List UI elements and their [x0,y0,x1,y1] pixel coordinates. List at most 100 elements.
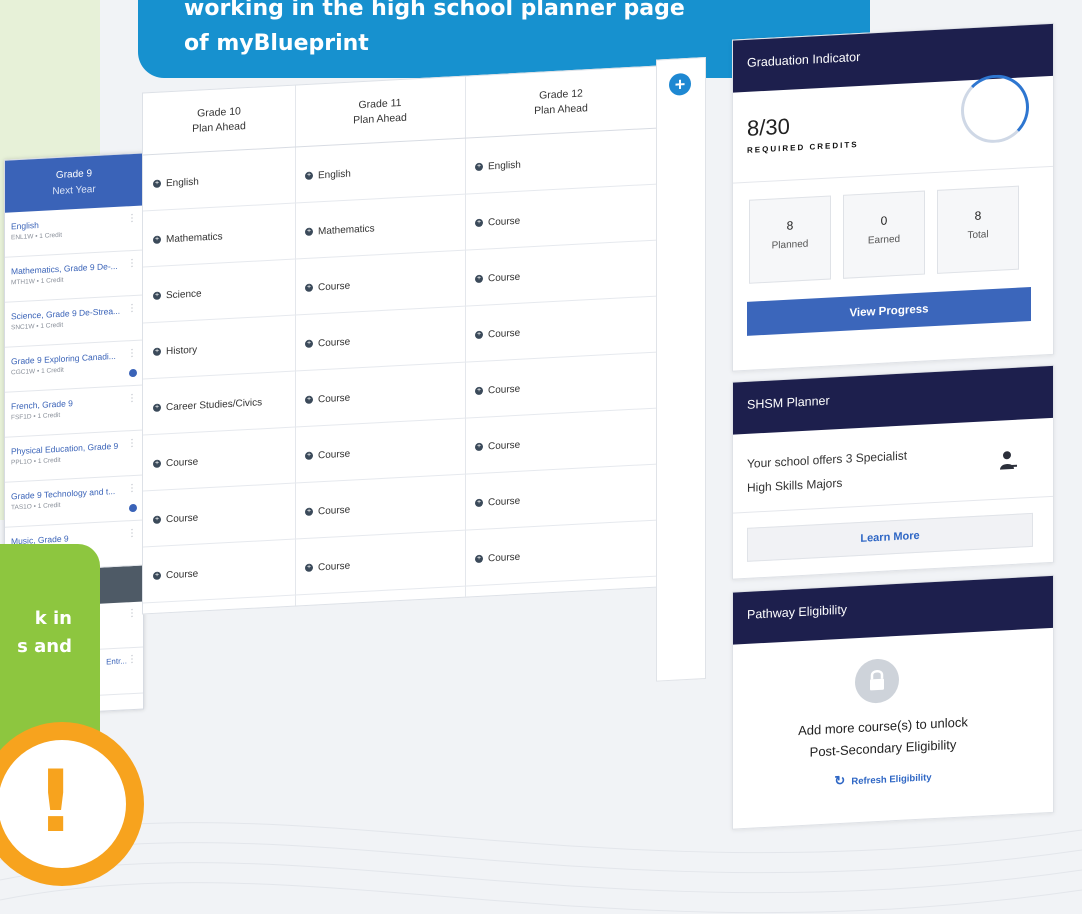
add-circle-icon: + [305,227,313,237]
callout-line-1: k in [34,608,72,629]
grade9-course[interactable]: Physical Education, Grade 9 PPL1O • 1 Cre… [5,430,143,483]
stat-total: 8 Total [937,185,1019,274]
kebab-menu-icon[interactable]: ⋮ [127,393,137,405]
add-circle-icon: + [475,443,483,452]
stat-planned: 8 Planned [749,195,831,284]
add-circle-icon: + [475,219,483,228]
add-course-slot[interactable]: + Course [295,530,465,596]
stat-value: 0 [880,213,888,228]
slot-label: Course [318,504,351,518]
add-circle-icon: + [305,339,313,349]
credits-count: 8/30 [747,113,790,141]
add-circle-icon: + [153,347,161,357]
add-course-slot[interactable]: + Course [465,352,657,419]
slot-label: Career Studies/Civics [166,397,263,414]
grade9-course[interactable]: English ENL1W • 1 Credit ⋮ [5,205,143,258]
add-course-slot[interactable]: + English [465,128,657,195]
add-circle-icon: + [153,571,161,581]
banner-line-1: working in the high school planner page [184,0,685,21]
divider [733,495,1053,514]
add-course-slot[interactable]: + Course [465,240,657,307]
add-circle-icon: + [153,403,161,413]
slot-label: Course [166,568,199,582]
slot-label: Course [318,280,351,294]
grade9-course[interactable]: Grade 9 Technology and t... TAS1O • 1 Cre… [5,475,143,528]
add-course-slot[interactable]: + Course [465,184,657,251]
slot-label: Course [318,392,351,406]
warning-symbol: ! [36,752,76,852]
add-course-slot[interactable]: + English [143,147,295,212]
graduation-indicator-card: Graduation Indicator 8/30 REQUIRED CREDI… [732,22,1054,372]
stat-label: Total [967,229,989,242]
grade9-course[interactable]: Science, Grade 9 De-Strea... SNC1W • 1 Cr… [5,295,143,348]
person-icon [1000,451,1017,470]
slot-label: Course [488,383,521,397]
slot-label: Science [166,288,202,302]
refresh-eligibility-link[interactable]: ↻ Refresh Eligibility [733,763,1033,795]
slot-label: Course [488,495,521,509]
slot-label: Course [318,560,351,574]
add-course-slot[interactable]: + Course [295,418,465,484]
kebab-menu-icon[interactable]: ⋮ [127,438,137,450]
grade-column-header: Grade 11 Plan Ahead [295,76,465,148]
add-course-slot[interactable]: + Course [465,296,657,363]
add-course-slot[interactable]: + Course [143,483,295,548]
add-course-slot[interactable]: + Course [143,539,295,604]
kebab-menu-icon[interactable]: ⋮ [127,348,137,360]
grade-column-header: Grade 12 Plan Ahead [465,66,657,139]
add-course-slot[interactable]: + Science [143,259,295,324]
kebab-menu-icon[interactable]: ⋮ [127,654,137,666]
kebab-menu-icon[interactable]: ⋮ [127,608,137,620]
add-course-slot[interactable]: + History [143,315,295,380]
add-circle-icon: + [153,291,161,301]
slot-label: English [488,159,521,173]
add-course-slot[interactable]: + Mathematics [143,203,295,268]
add-course-slot[interactable]: + Career Studies/Civics [143,371,295,436]
slot-label: Course [318,336,351,350]
add-circle-icon: + [475,387,483,396]
slot-label: English [318,168,351,182]
add-circle-icon: + [475,555,483,564]
slot-label: Course [488,271,521,285]
kebab-menu-icon[interactable]: ⋮ [127,528,137,540]
stat-label: Planned [771,238,809,252]
add-course-slot[interactable]: + Mathematics [295,194,465,260]
banner-line-2: of myBlueprint [184,31,369,56]
grade9-header: Grade 9 Next Year [5,153,143,213]
slot-label: Mathematics [166,231,223,246]
planner-board: Grade 9 Next Year English ENL1W • 1 Credi… [0,22,1082,900]
kebab-menu-icon[interactable]: ⋮ [127,303,137,315]
pathway-eligibility-title: Pathway Eligibility [733,575,1053,645]
add-course-slot[interactable]: + Course [295,306,465,372]
grade9-course[interactable]: French, Grade 9 FSF1D • 1 Credit ⋮ [5,385,143,438]
add-course-slot[interactable]: + Course [465,520,657,587]
add-course-slot[interactable]: + Course [295,474,465,540]
add-circle-icon: + [475,331,483,340]
grade12-column: Grade 12 Plan Ahead + English + Course + Cou… [465,66,657,597]
add-course-slot[interactable]: + Course [295,250,465,316]
add-course-slot[interactable]: + Course [143,427,295,492]
add-circle-icon: + [475,163,483,172]
kebab-menu-icon[interactable]: ⋮ [127,483,137,495]
add-course-slot[interactable]: + Course [465,464,657,531]
add-course-slot[interactable]: + English [295,138,465,204]
add-circle-icon: + [305,171,313,181]
add-course-slot[interactable]: + Course [295,362,465,428]
add-year-button[interactable]: + [669,72,691,96]
add-circle-icon: + [305,563,313,573]
learn-more-button[interactable]: Learn More [747,512,1033,562]
add-circle-icon: + [153,515,161,525]
grade9-course[interactable]: Mathematics, Grade 9 De-... MTH1W • 1 Cre… [5,250,143,303]
required-credits-label: REQUIRED CREDITS [747,140,859,155]
add-course-slot[interactable]: + Course [465,408,657,475]
lock-icon [855,657,899,705]
view-progress-button[interactable]: View Progress [747,286,1031,336]
callout-line-2: s and [17,636,72,657]
slot-label: Course [166,456,199,470]
info-icon[interactable] [129,368,137,378]
kebab-menu-icon[interactable]: ⋮ [127,258,137,270]
progress-ring-icon [961,73,1029,145]
kebab-menu-icon[interactable]: ⋮ [127,213,137,225]
info-icon[interactable] [129,503,137,513]
grade9-course[interactable]: Grade 9 Exploring Canadi... CGC1W • 1 Cre… [5,340,143,393]
